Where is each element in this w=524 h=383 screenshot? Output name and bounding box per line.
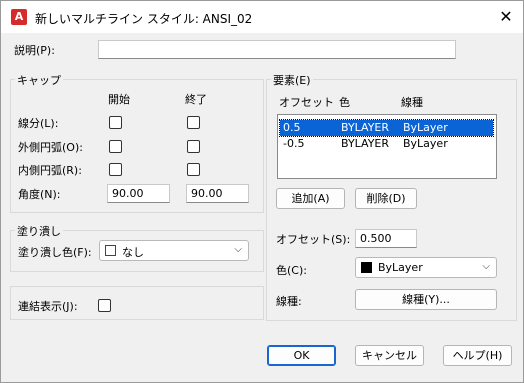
ok-button[interactable]: OK: [267, 345, 336, 366]
joints-checkbox[interactable]: [98, 299, 111, 312]
caps-col-end: 終了: [185, 93, 207, 106]
caps-group-label: キャップ: [15, 72, 63, 88]
outer-arc-start-checkbox[interactable]: [109, 140, 122, 153]
linetype-label: 線種:: [276, 295, 302, 308]
element-linetype: ByLayer: [403, 121, 448, 134]
element-offset: 0.5: [283, 121, 301, 134]
elements-list[interactable]: 0.5 BYLAYER ByLayer -0.5 BYLAYER ByLayer: [277, 114, 497, 179]
inner-arc-end-checkbox[interactable]: [187, 163, 200, 176]
elements-header-offset: オフセット: [279, 96, 334, 109]
linetype-button[interactable]: 線種(Y)...: [355, 289, 497, 310]
fill-group-label: 塗り潰し: [15, 223, 63, 239]
outer-arc-end-checkbox[interactable]: [187, 140, 200, 153]
element-offset: -0.5: [283, 137, 305, 150]
line-end-checkbox[interactable]: [187, 116, 200, 129]
fill-color-label: 塗り潰し色(F):: [18, 246, 92, 259]
close-icon[interactable]: ✕: [495, 6, 517, 28]
offset-label: オフセット(S):: [276, 233, 351, 246]
fill-color-swatch: [105, 245, 116, 256]
autocad-icon: A: [11, 9, 27, 25]
description-label: 説明(P):: [14, 44, 55, 57]
angle-label: 角度(N):: [18, 188, 61, 201]
list-item[interactable]: 0.5 BYLAYER ByLayer: [279, 119, 494, 137]
chevron-down-icon: ⌵: [482, 261, 490, 272]
help-button[interactable]: ヘルプ(H): [443, 345, 512, 366]
title-bar[interactable]: A 新しいマルチライン スタイル: ANSI_02 ✕: [1, 1, 523, 33]
angle-end-input[interactable]: 90.00: [186, 184, 249, 203]
element-linetype: ByLayer: [403, 137, 448, 150]
element-color: BYLAYER: [341, 121, 390, 134]
description-input[interactable]: [98, 40, 456, 59]
elements-header-color: 色: [339, 96, 350, 109]
dialog-window: A 新しいマルチライン スタイル: ANSI_02 ✕ 説明(P): キャップ …: [0, 0, 524, 383]
element-color-swatch: [361, 262, 372, 273]
add-element-button[interactable]: 追加(A): [276, 188, 345, 209]
line-start-checkbox[interactable]: [109, 116, 122, 129]
joints-label: 連結表示(J):: [18, 300, 78, 313]
list-item[interactable]: -0.5 BYLAYER ByLayer: [280, 136, 493, 152]
window-title: 新しいマルチライン スタイル: ANSI_02: [35, 12, 253, 26]
delete-element-button[interactable]: 削除(D): [355, 188, 417, 209]
outer-arc-label: 外側円弧(O):: [18, 141, 83, 154]
chevron-down-icon: ⌵: [234, 244, 242, 255]
element-color-select[interactable]: ByLayer ⌵: [355, 257, 497, 278]
fill-color-value: なし: [122, 246, 144, 259]
line-cap-label: 線分(L):: [18, 117, 59, 130]
caps-col-start: 開始: [108, 93, 130, 106]
elements-header-linetype: 線種: [401, 96, 423, 109]
element-color-value: ByLayer: [378, 261, 423, 274]
element-color-label: 色(C):: [276, 264, 307, 277]
element-color: BYLAYER: [341, 137, 390, 150]
angle-start-input[interactable]: 90.00: [107, 184, 170, 203]
cancel-button[interactable]: キャンセル: [355, 345, 424, 366]
inner-arc-label: 内側円弧(R):: [18, 164, 82, 177]
inner-arc-start-checkbox[interactable]: [109, 163, 122, 176]
fill-color-select[interactable]: なし ⌵: [99, 240, 249, 261]
elements-group-label: 要素(E): [271, 72, 313, 88]
offset-input[interactable]: 0.500: [355, 229, 417, 248]
